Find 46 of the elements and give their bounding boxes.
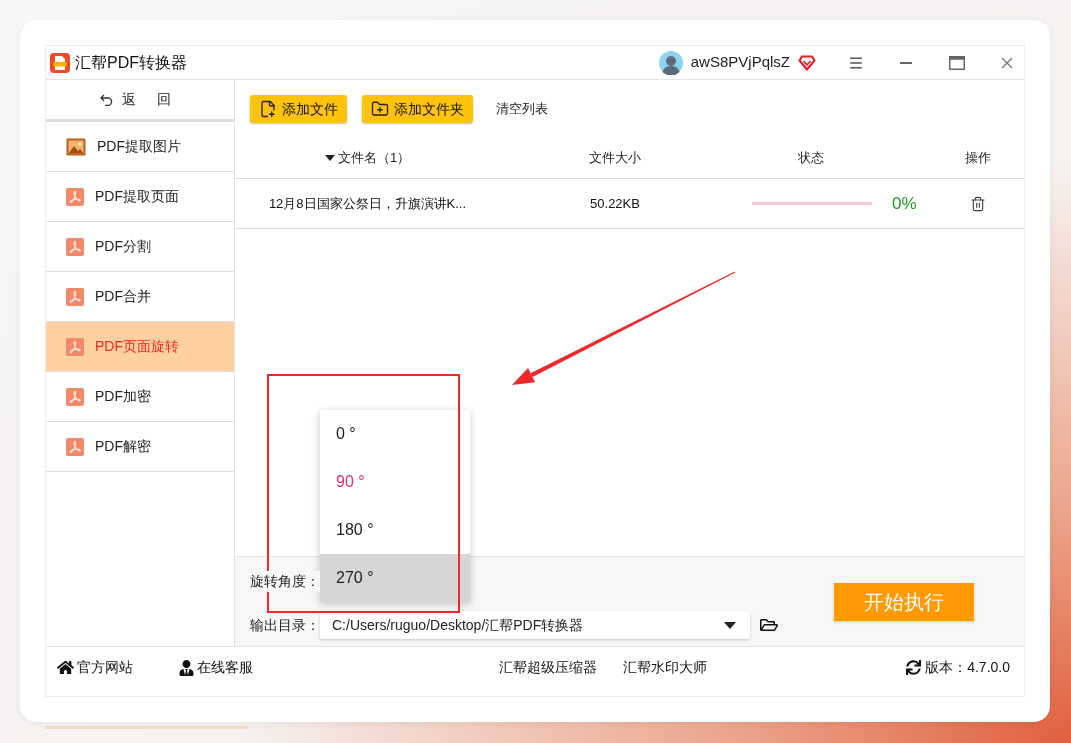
pdf-icon [66,337,84,356]
footer-link[interactable]: 官方网站 [57,657,133,678]
angle-option[interactable]: 0 ° [320,410,470,458]
logo-icon [50,52,70,73]
footer-link[interactable]: 汇帮水印大师 [623,657,707,678]
dropdown-caret-icon [724,621,736,629]
pdf-icon [66,187,84,206]
footer-link[interactable]: 在线客服 [179,657,253,678]
output-label: 输出目录： [250,615,320,635]
angle-option[interactable]: 180 ° [320,506,470,554]
file-plus-icon [259,100,277,118]
close-icon[interactable] [1001,56,1013,69]
clear-list-button[interactable]: 清空列表 [496,99,548,119]
add-button[interactable]: 添加文件 [250,95,347,123]
column-header[interactable]: 文件名（1） [324,148,411,168]
output-directory-select[interactable]: C:/Users/ruguo/Desktop/汇帮PDF转换器 [320,611,750,639]
refresh-icon[interactable] [906,660,922,675]
folder-plus-icon [371,100,389,118]
progress-percent: 0% [892,192,917,215]
minimize-icon[interactable] [900,61,912,64]
add-button[interactable]: 添加文件夹 [362,95,473,123]
delete-icon[interactable] [969,195,986,212]
footer-link[interactable]: 汇帮超级压缩器 [499,657,597,678]
pdf-icon [66,237,84,256]
diamond-icon[interactable] [798,54,816,71]
sort-caret-icon [324,155,335,161]
username[interactable]: awS8PVjPqlsZ [690,51,790,74]
avatar-icon[interactable] [658,50,683,75]
column-header[interactable]: 文件大小 [589,148,641,168]
file-size: 50.22KB [590,194,640,213]
window-title: 汇帮PDF转换器 [75,52,187,73]
user-icon [179,659,194,676]
pdf-icon [66,387,84,406]
maximize-icon[interactable] [949,55,965,70]
folder-icon[interactable] [760,617,778,633]
pdf-icon [66,287,84,306]
undo-icon [100,93,115,106]
column-header[interactable]: 状态 [798,148,824,168]
image-icon [66,137,86,156]
file-name: 12月8日国家公祭日，升旗演讲K... [268,194,467,213]
home-icon [57,659,74,676]
angle-option[interactable]: 90 ° [320,458,470,506]
version-label: 版本：4.7.0.0 [925,658,1010,677]
column-header[interactable]: 操作 [964,148,991,168]
pdf-icon [66,437,84,456]
angle-option[interactable]: 270 ° [320,554,470,602]
